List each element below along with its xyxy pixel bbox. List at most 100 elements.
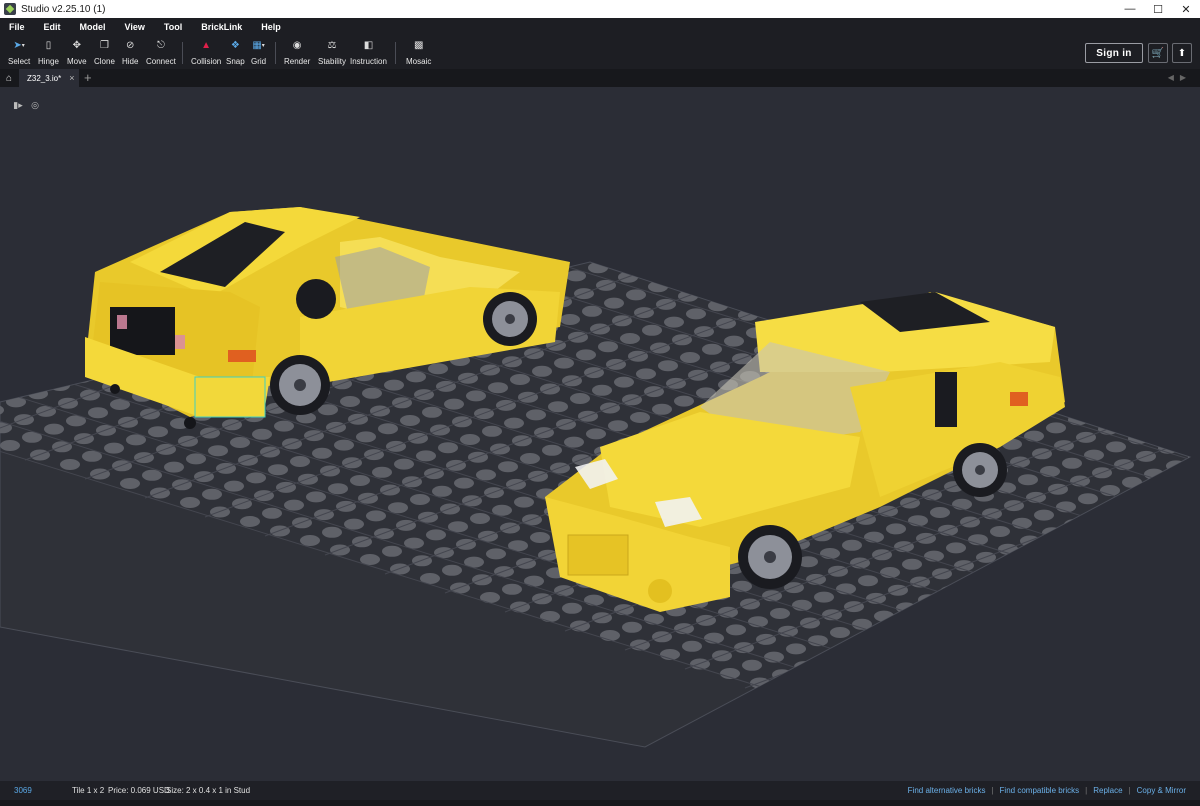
baseplate-stud	[180, 497, 200, 508]
baseplate-stud	[472, 574, 492, 586]
baseplate-stud	[724, 335, 744, 347]
baseplate-stud	[1136, 678, 1156, 690]
sign-in-button[interactable]: Sign in	[1085, 43, 1143, 63]
baseplate-stud	[1150, 652, 1170, 664]
baseplate-stud	[1084, 677, 1104, 689]
baseplate-stud	[1094, 301, 1114, 313]
copy-mirror-link[interactable]: Copy & Mirror	[1137, 786, 1186, 795]
baseplate-stud	[996, 262, 1016, 266]
baseplate-stud	[284, 499, 304, 511]
menu-file[interactable]: File	[9, 22, 25, 32]
menu-model[interactable]: Model	[80, 22, 106, 32]
hide-button[interactable]: ⊘ Hide	[122, 39, 138, 67]
baseplate-stud	[1098, 423, 1118, 435]
baseplate-stud	[820, 548, 840, 559]
baseplate-stud	[1096, 589, 1116, 601]
baseplate-stud	[426, 529, 446, 541]
baseplate-stud	[1068, 641, 1088, 653]
baseplate-stud	[1024, 658, 1044, 670]
part-id[interactable]: 3069	[14, 786, 32, 795]
baseplate-stud	[876, 671, 896, 683]
menu-bar: File Edit Model View Tool BrickLink Help	[0, 18, 1200, 36]
find-compatible-bricks-link[interactable]: Find compatible bricks	[1000, 786, 1080, 795]
baseplate-stud	[1002, 666, 1022, 678]
baseplate-stud	[760, 301, 780, 313]
home-icon[interactable]: ⌂	[0, 69, 18, 87]
baseplate-stud	[1192, 347, 1200, 358]
baseplate-stud	[664, 316, 684, 328]
tab-scroll-arrows[interactable]: ◀▶	[1168, 73, 1192, 82]
baseplate-stud	[950, 665, 970, 676]
baseplate-stud	[1124, 538, 1144, 550]
menu-tool[interactable]: Tool	[164, 22, 182, 32]
maximize-icon[interactable]: ☐	[1144, 0, 1172, 18]
baseplate-stud	[1088, 344, 1108, 356]
hinge-button[interactable]: ▯ Hinge	[38, 39, 59, 67]
menu-view[interactable]: View	[125, 22, 145, 32]
grid-button[interactable]: ▦ ▾ Grid	[251, 39, 266, 67]
baseplate-stud	[890, 646, 910, 657]
baseplate-stud	[742, 659, 762, 671]
select-button[interactable]: ➤ ▾ Select	[8, 39, 30, 67]
baseplate-stud	[1142, 407, 1162, 419]
baseplate-stud	[1106, 441, 1126, 453]
3d-viewport[interactable]: ▮▸ ◎	[0, 87, 1200, 781]
baseplate-stud	[1188, 679, 1190, 691]
clone-icon: ❐	[99, 40, 109, 51]
mosaic-button[interactable]: ▩ Mosaic	[406, 39, 431, 67]
baseplate-stud	[1042, 299, 1062, 311]
close-tab-icon[interactable]: ×	[69, 73, 74, 83]
part-price: Price: 0.069 USD	[108, 786, 170, 795]
title-bar: Studio v2.25.10 (1) — ☐ ✕	[0, 0, 1200, 18]
tab-document[interactable]: Z32_3.io* ×	[19, 69, 79, 87]
stability-button[interactable]: ⚖ Stability	[318, 39, 346, 67]
baseplate-stud	[1166, 460, 1186, 472]
add-tab-icon[interactable]: +	[84, 70, 92, 85]
connect-icon: ⎋	[156, 40, 165, 51]
render-button[interactable]: ◉ Render	[284, 39, 310, 67]
connect-button[interactable]: ⎋ Connect	[146, 39, 176, 67]
baseplate-stud	[322, 526, 342, 538]
close-icon[interactable]: ✕	[1172, 0, 1200, 18]
baseplate-stud	[858, 575, 878, 587]
baseplate-stud	[516, 557, 536, 569]
baseplate-stud	[630, 412, 650, 423]
baseplate-stud	[714, 262, 734, 268]
move-button[interactable]: ✥ Move	[67, 39, 87, 67]
replace-link[interactable]: Replace	[1093, 786, 1122, 795]
baseplate-stud	[1094, 756, 1114, 767]
baseplate-stud	[1046, 649, 1066, 661]
baseplate-stud	[1146, 302, 1166, 314]
baseplate-stud	[700, 282, 720, 294]
cart-icon[interactable]: 🛒	[1148, 43, 1168, 63]
menu-help[interactable]: Help	[261, 22, 281, 32]
baseplate-stud	[840, 251, 860, 262]
snap-button[interactable]: ❖ Snap	[226, 39, 245, 67]
clone-button[interactable]: ❐ Clone	[94, 39, 115, 67]
find-alternative-bricks-link[interactable]: Find alternative bricks	[908, 786, 986, 795]
minimize-icon[interactable]: —	[1116, 0, 1144, 18]
collision-button[interactable]: ▲ Collision	[191, 39, 221, 67]
baseplate-stud	[944, 262, 964, 265]
upload-icon[interactable]: ⬆	[1172, 43, 1192, 63]
baseplate-stud	[194, 471, 214, 483]
baseplate-stud	[340, 396, 360, 407]
baseplate-stud	[964, 639, 984, 651]
baseplate-stud	[614, 604, 634, 616]
grid-line	[1164, 454, 1190, 747]
baseplate-stud	[488, 382, 508, 394]
instruction-button[interactable]: ◧ Instruction	[350, 39, 387, 67]
baseplate-stud	[1098, 651, 1118, 663]
baseplate-stud	[1196, 242, 1200, 253]
baseplate-stud	[1148, 591, 1168, 603]
baseplate-stud	[548, 401, 568, 413]
baseplate-stud	[428, 363, 448, 375]
baseplate-stud	[990, 298, 1010, 310]
status-bar: 3069 Tile 1 x 2 Price: 0.069 USD Size: 2…	[0, 781, 1200, 800]
baseplate-stud	[882, 628, 902, 640]
menu-bricklink[interactable]: BrickLink	[201, 22, 242, 32]
baseplate-stud	[476, 469, 496, 481]
menu-edit[interactable]: Edit	[44, 22, 61, 32]
baseplate-stud	[652, 403, 672, 415]
baseplate-stud	[1014, 579, 1034, 591]
